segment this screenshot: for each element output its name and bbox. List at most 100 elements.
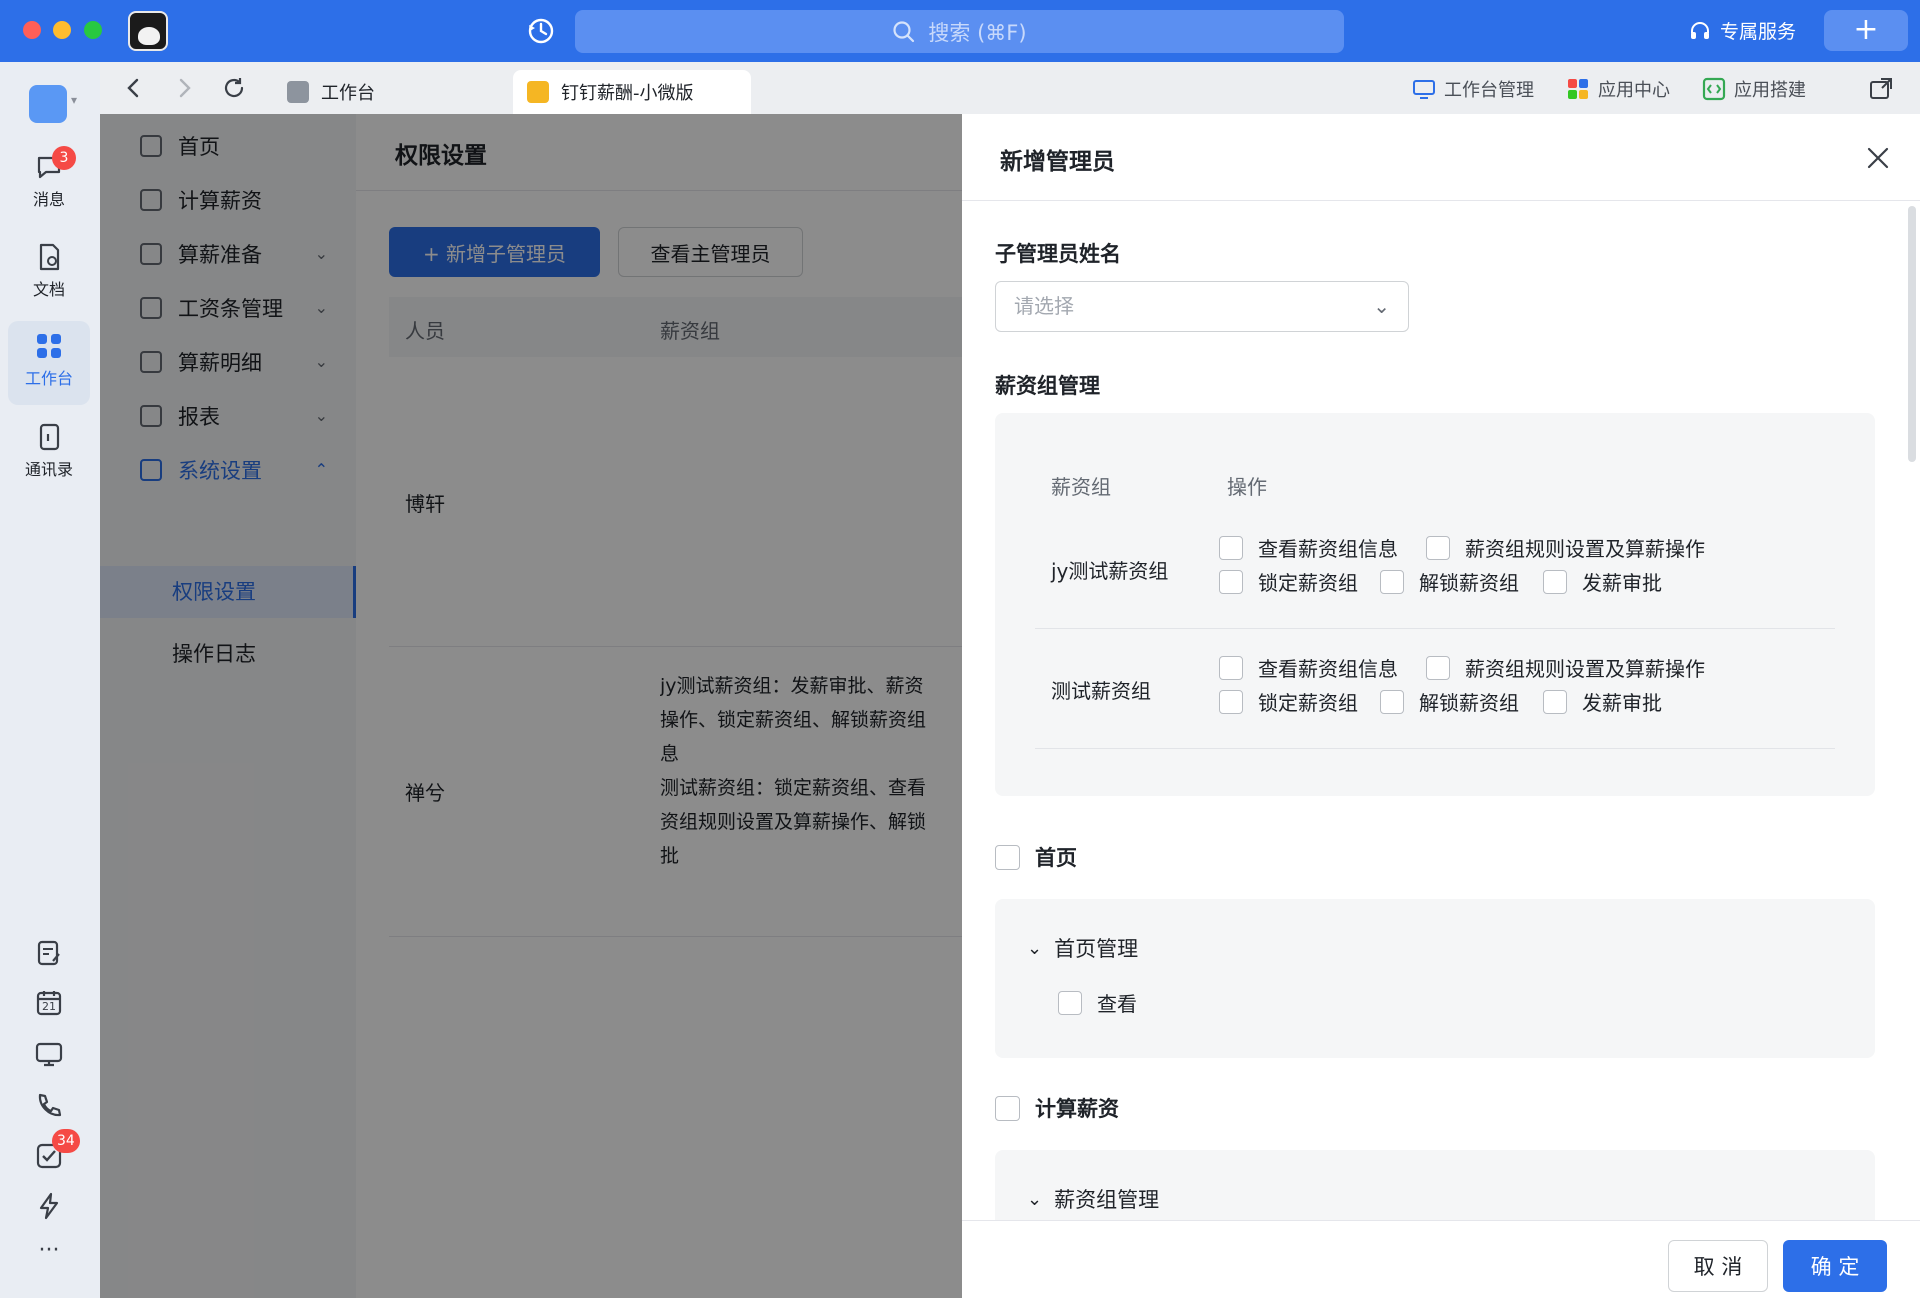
window: 搜索 (⌘F) 专属服务 + 消息 3 文档 工作台 通讯录 xyxy=(0,0,1920,1298)
chevron-down-icon: ⌄ xyxy=(1027,1188,1043,1210)
user-avatar[interactable] xyxy=(128,11,168,51)
op-label: 查看薪资组信息 xyxy=(1258,657,1398,681)
appbar-docs-label: 文档 xyxy=(32,280,65,299)
sub-admin-name-label: 子管理员姓名 xyxy=(995,242,1121,266)
app-center-icon xyxy=(1568,79,1588,99)
title-bar: 搜索 (⌘F) 专属服务 + xyxy=(0,0,1920,62)
create-button[interactable]: + xyxy=(1824,10,1908,51)
appbar-contacts[interactable]: 通讯录 xyxy=(8,412,90,496)
op-rules-checkbox[interactable]: 薪资组规则设置及算薪操作 xyxy=(1426,533,1705,562)
group-header: 薪资组 xyxy=(1051,475,1111,499)
minimize-window-button[interactable] xyxy=(53,21,71,39)
op-unlock-checkbox[interactable]: 解锁薪资组 xyxy=(1380,687,1519,716)
op-unlock-checkbox[interactable]: 解锁薪资组 xyxy=(1380,567,1519,596)
calendar-day: 21 xyxy=(42,1000,56,1013)
workbench-mgmt-label: 工作台管理 xyxy=(1444,80,1534,101)
todo-badge: 34 xyxy=(52,1129,80,1153)
salary-group-row: jy测试薪资组 查看薪资组信息 薪资组规则设置及算薪操作 锁定薪资组 解锁薪资组… xyxy=(1035,509,1835,629)
op-view-group-checkbox[interactable]: 查看薪资组信息 xyxy=(1219,653,1398,682)
group-name: jy测试薪资组 xyxy=(1051,559,1169,583)
document-icon xyxy=(39,243,60,271)
op-view-group-checkbox[interactable]: 查看薪资组信息 xyxy=(1219,533,1398,562)
select-placeholder: 请选择 xyxy=(1014,294,1074,318)
refresh-icon[interactable] xyxy=(222,76,246,100)
workbench-mgmt-button[interactable]: 工作台管理 xyxy=(1412,76,1534,102)
appbar-docs[interactable]: 文档 xyxy=(8,232,90,316)
search-input[interactable]: 搜索 (⌘F) xyxy=(575,10,1344,53)
scrollbar[interactable] xyxy=(1908,206,1916,462)
op-label: 薪资组规则设置及算薪操作 xyxy=(1465,657,1705,681)
home-view-checkbox[interactable]: 查看 xyxy=(1058,988,1137,1017)
app-center-button[interactable]: 应用中心 xyxy=(1566,76,1670,102)
appbar-messages[interactable]: 消息 3 xyxy=(8,142,90,226)
forward-icon[interactable] xyxy=(172,76,196,100)
salary-group-row: 测试薪资组 查看薪资组信息 薪资组规则设置及算薪操作 锁定薪资组 解锁薪资组 发… xyxy=(1035,629,1835,749)
tab-workbench[interactable]: 工作台 xyxy=(273,70,503,114)
home-mgmt-toggle[interactable]: ⌄ 首页管理 xyxy=(1027,933,1138,963)
section-calc-label: 计算薪资 xyxy=(1035,1097,1119,1121)
op-label: 解锁薪资组 xyxy=(1419,571,1519,595)
appbar-messages-label: 消息 xyxy=(32,190,65,209)
ops-header: 操作 xyxy=(1227,475,1267,499)
zoom-window-button[interactable] xyxy=(84,21,102,39)
op-lock-checkbox[interactable]: 锁定薪资组 xyxy=(1219,687,1358,716)
salary-group-panel: 薪资组 操作 jy测试薪资组 查看薪资组信息 薪资组规则设置及算薪操作 锁定薪资… xyxy=(995,413,1875,796)
tab-salary-label: 钉钉薪酬-小微版 xyxy=(561,83,694,104)
op-approve-checkbox[interactable]: 发薪审批 xyxy=(1543,687,1662,716)
calc-salary-section-checkbox[interactable]: 计算薪资 xyxy=(995,1093,1119,1123)
calc-group-mgmt-label: 薪资组管理 xyxy=(1054,1188,1160,1212)
app-sidebar: 消息 3 文档 工作台 通讯录 21 34 ··· xyxy=(0,62,100,1298)
chevron-down-icon: ⌄ xyxy=(1373,294,1390,318)
op-rules-checkbox[interactable]: 薪资组规则设置及算薪操作 xyxy=(1426,653,1705,682)
op-label: 锁定薪资组 xyxy=(1258,571,1358,595)
op-label: 发薪审批 xyxy=(1582,571,1662,595)
confirm-button[interactable]: 确 定 xyxy=(1783,1240,1887,1292)
contacts-icon xyxy=(39,423,60,451)
sub-admin-select[interactable]: 请选择 ⌄ xyxy=(995,281,1409,332)
op-label: 锁定薪资组 xyxy=(1258,691,1358,715)
todo-icon[interactable]: 34 xyxy=(34,1129,80,1171)
op-approve-checkbox[interactable]: 发薪审批 xyxy=(1543,567,1662,596)
tab-dingtalk-salary[interactable]: 钉钉薪酬-小微版 xyxy=(513,70,751,114)
phone-icon[interactable] xyxy=(34,1090,64,1120)
drawer-divider xyxy=(962,200,1920,201)
close-icon[interactable] xyxy=(1864,144,1892,172)
op-label: 解锁薪资组 xyxy=(1419,691,1519,715)
drawer-footer: 取 消 确 定 xyxy=(962,1220,1920,1298)
close-window-button[interactable] xyxy=(23,21,41,39)
search-icon xyxy=(893,20,915,42)
history-icon[interactable] xyxy=(526,16,556,46)
open-external-icon[interactable] xyxy=(1868,76,1894,102)
tab-workbench-label: 工作台 xyxy=(321,83,375,104)
note-edit-icon[interactable] xyxy=(34,938,64,968)
op-label: 薪资组规则设置及算薪操作 xyxy=(1465,537,1705,561)
message-badge: 3 xyxy=(52,146,76,170)
back-icon[interactable] xyxy=(122,76,146,100)
code-build-icon xyxy=(1702,77,1726,101)
chevron-down-icon: ⌄ xyxy=(1027,937,1043,959)
calc-salary-panel: ⌄ 薪资组管理 xyxy=(995,1150,1875,1220)
modal-overlay[interactable] xyxy=(100,114,962,1298)
group-name: 测试薪资组 xyxy=(1051,679,1151,703)
org-avatar[interactable] xyxy=(29,85,77,123)
app-center-label: 应用中心 xyxy=(1598,80,1670,101)
salary-app-icon xyxy=(527,81,549,103)
more-icon[interactable]: ··· xyxy=(34,1238,64,1268)
op-label: 发薪审批 xyxy=(1582,691,1662,715)
calendar-icon[interactable]: 21 xyxy=(34,988,64,1018)
dedicated-service-button[interactable]: 专属服务 xyxy=(1688,17,1796,44)
salary-group-mgmt-label: 薪资组管理 xyxy=(995,374,1100,398)
appbar-workbench[interactable]: 工作台 xyxy=(8,321,90,405)
tab-bar: 工作台 钉钉薪酬-小微版 工作台管理 应用中心 应用搭建 xyxy=(100,62,1920,114)
home-section-checkbox[interactable]: 首页 xyxy=(995,842,1077,872)
app-build-button[interactable]: 应用搭建 xyxy=(1702,76,1806,102)
op-lock-checkbox[interactable]: 锁定薪资组 xyxy=(1219,567,1358,596)
monitor-icon[interactable] xyxy=(34,1039,64,1069)
appbar-contacts-label: 通讯录 xyxy=(24,460,73,479)
workbench-grid-icon xyxy=(37,334,61,358)
calc-group-mgmt-toggle[interactable]: ⌄ 薪资组管理 xyxy=(1027,1184,1159,1214)
lightning-icon[interactable] xyxy=(34,1191,64,1221)
cancel-button[interactable]: 取 消 xyxy=(1668,1240,1768,1292)
home-mgmt-label: 首页管理 xyxy=(1054,937,1139,961)
home-mgmt-panel: ⌄ 首页管理 查看 xyxy=(995,899,1875,1058)
